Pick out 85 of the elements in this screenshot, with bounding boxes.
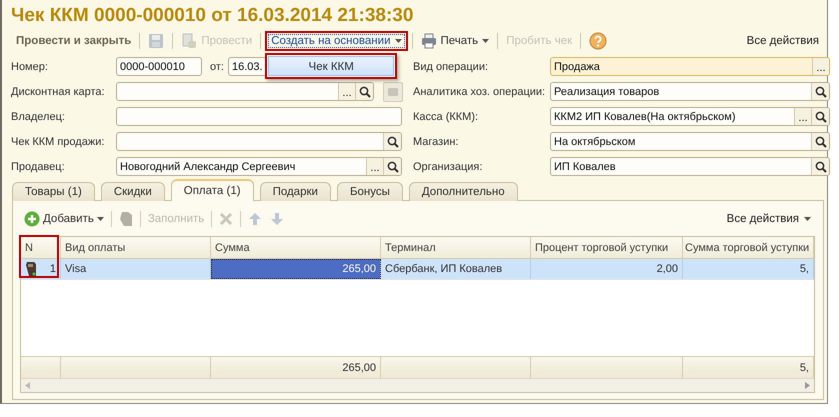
- input-field[interactable]: Реализация товаров: [550, 82, 830, 101]
- field-label: Продавец:: [11, 160, 66, 172]
- print-button[interactable]: Печать: [416, 31, 494, 51]
- search-icon: [358, 86, 370, 98]
- table-cell: Сбербанк, ИП Ковалев: [381, 259, 531, 279]
- search-button[interactable]: [355, 83, 373, 100]
- choice-button[interactable]: ...: [338, 83, 355, 100]
- tab[interactable]: Бонусы: [336, 182, 403, 201]
- arrow-up-icon: [248, 212, 262, 226]
- card-icon: [387, 86, 399, 98]
- caret-icon: [804, 217, 811, 221]
- caret-icon: [96, 217, 104, 221]
- caret-icon: [482, 39, 490, 43]
- window-title: Чек ККМ 0000-000010 от 16.03.2014 21:38:30: [11, 5, 414, 27]
- add-icon: [24, 211, 40, 227]
- field-label: Вид операции:: [413, 60, 490, 72]
- field-label: Владелец:: [11, 110, 66, 122]
- tab[interactable]: Дополнительно: [408, 182, 518, 201]
- highlight-frame: [19, 235, 59, 278]
- tab[interactable]: Скидки: [100, 182, 165, 201]
- search-button[interactable]: [811, 108, 829, 125]
- delete-icon: [219, 212, 234, 226]
- table-cell: 265,00: [211, 259, 381, 279]
- input-field[interactable]: Новогодний Александр Сергеевич ...: [116, 157, 402, 176]
- table-cell: 1: [21, 259, 61, 279]
- input-field[interactable]: ККМ2 ИП Ковалев(На октябрьском) ...: [550, 107, 830, 126]
- table-cell: 5,: [683, 259, 814, 279]
- input-field[interactable]: ...: [116, 82, 374, 101]
- column-header[interactable]: N: [21, 237, 61, 258]
- search-button[interactable]: [383, 133, 401, 150]
- card-terminal-icon: [25, 261, 37, 277]
- search-icon: [814, 86, 826, 98]
- menu-item[interactable]: Чек ККМ: [268, 56, 394, 76]
- caret-icon: [394, 39, 402, 43]
- input-field[interactable]: [116, 107, 402, 126]
- field-label: от:: [210, 60, 224, 72]
- search-button[interactable]: [811, 158, 829, 175]
- field-label: Организация:: [413, 160, 484, 172]
- tab[interactable]: Товары (1): [12, 182, 95, 201]
- column-header[interactable]: Терминал: [381, 237, 531, 258]
- scrollbar[interactable]: [21, 378, 814, 392]
- choice-button[interactable]: ...: [366, 158, 383, 175]
- field-label: Аналитика хоз. операции:: [413, 86, 546, 98]
- field-label: Касса (ККМ):: [413, 110, 480, 122]
- table-row[interactable]: 1 Visa 265,00 Сбербанк, ИП Ковалев 2,00 5,: [21, 259, 814, 280]
- search-icon: [386, 160, 398, 172]
- add-button[interactable]: Добавить: [20, 209, 108, 229]
- search-button[interactable]: [383, 158, 401, 175]
- column-header[interactable]: Сумма: [211, 237, 381, 258]
- input-field[interactable]: [116, 132, 402, 151]
- all-actions-menu[interactable]: Все действия: [726, 213, 815, 225]
- search-button[interactable]: [811, 83, 829, 100]
- arrow-down-icon: [270, 212, 284, 226]
- search-icon: [814, 110, 826, 122]
- field-label: Магазин:: [413, 136, 460, 148]
- scroll-right-icon: [805, 382, 810, 389]
- field-label: Номер:: [11, 60, 49, 72]
- input-field[interactable]: 0000-000010: [116, 57, 202, 76]
- tab[interactable]: Подарки: [260, 182, 331, 201]
- column-header[interactable]: Процент торговой уступки: [531, 237, 683, 258]
- choice-button[interactable]: ...: [794, 108, 811, 125]
- choice-button[interactable]: ...: [812, 58, 829, 75]
- save-icon: [148, 33, 164, 49]
- all-actions-menu[interactable]: Все действия: [746, 35, 819, 47]
- search-button[interactable]: [811, 133, 829, 150]
- post-close-button[interactable]: Провести и закрыть: [12, 31, 136, 51]
- column-header[interactable]: Сумма торговой уступки: [683, 237, 814, 258]
- printer-icon: [420, 33, 436, 49]
- card-reader-icon: [118, 211, 133, 227]
- tab[interactable]: Оплата (1): [170, 179, 254, 201]
- help-icon: [589, 32, 608, 50]
- search-icon: [386, 136, 398, 148]
- search-icon: [814, 160, 826, 172]
- column-header[interactable]: Вид оплаты: [61, 237, 211, 258]
- card-button[interactable]: [383, 82, 403, 102]
- create-based-button[interactable]: Создать на основании: [265, 31, 408, 51]
- input-field[interactable]: Продажа ...: [550, 57, 830, 76]
- scroll-left-icon: [25, 382, 30, 389]
- table-cell: 2,00: [531, 259, 683, 279]
- document-icon: [181, 33, 198, 49]
- input-field[interactable]: На октябрьском: [550, 132, 830, 151]
- field-label: Дисконтная карта:: [11, 86, 106, 98]
- field-label: Чек ККМ продажи:: [11, 136, 106, 148]
- input-field[interactable]: ИП Ковалев: [550, 157, 830, 176]
- search-icon: [814, 136, 826, 148]
